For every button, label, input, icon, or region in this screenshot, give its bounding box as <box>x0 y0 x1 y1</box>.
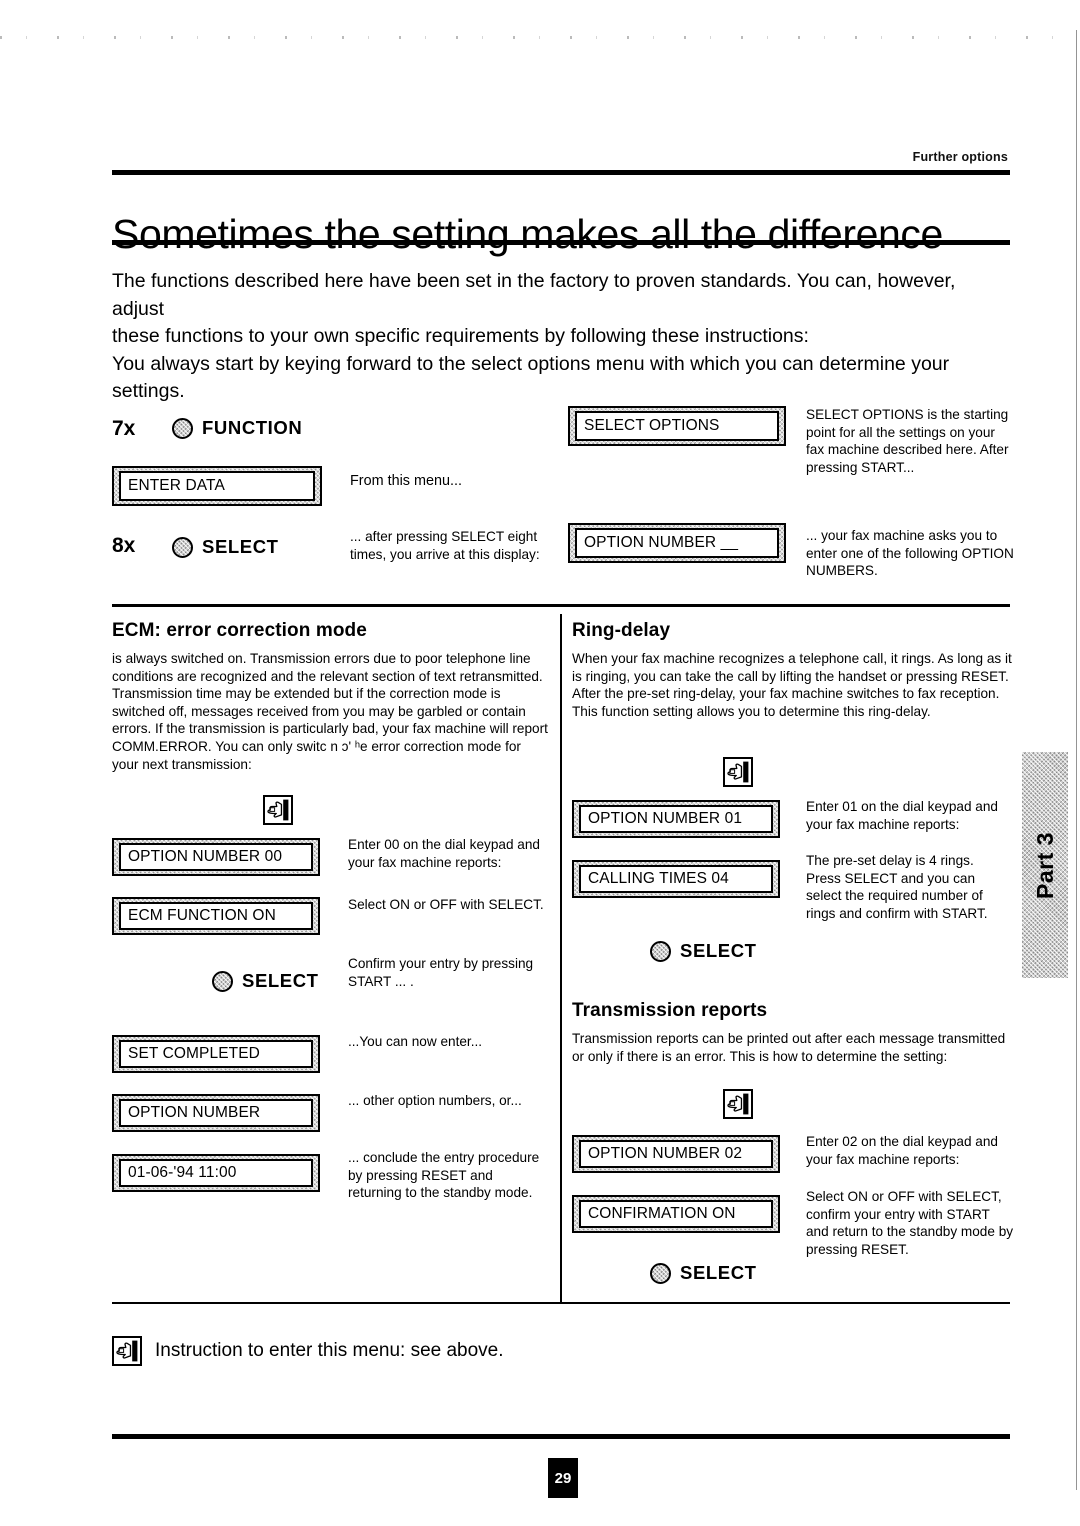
display-ecm-function-on-text: ECM FUNCTION ON <box>119 902 313 930</box>
display-calling-times-04: CALLING TIMES 04 <box>572 860 780 898</box>
select-key-ecm-label: SELECT <box>242 970 319 991</box>
header-rule-bottom <box>112 240 1010 245</box>
display-select-options-text: SELECT OPTIONS <box>575 411 779 441</box>
hand-pointing-icon <box>723 1089 753 1119</box>
footer-instruction-note: Instruction to enter this menu: see abov… <box>112 1336 504 1366</box>
display-set-completed-text: SET COMPLETED <box>119 1040 313 1068</box>
display-option-number-00-text: OPTION NUMBER 00 <box>119 843 313 871</box>
intro-line-1: The functions described here have been s… <box>112 270 956 320</box>
note-preset-delay: The pre-set delay is 4 rings. Press SELE… <box>806 853 988 921</box>
display-enter-data-text: ENTER DATA <box>119 471 315 501</box>
note-select-options: SELECT OPTIONS is the starting point for… <box>806 407 1009 475</box>
display-set-completed: SET COMPLETED <box>112 1035 320 1073</box>
round-button-icon <box>172 417 193 439</box>
ring-delay-body: When your fax machine recognizes a telep… <box>572 651 1012 719</box>
running-head: Further options <box>912 150 1008 164</box>
footer-rule <box>112 1434 1010 1439</box>
display-option-number-00: OPTION NUMBER 00 <box>112 838 320 876</box>
display-standby-clock-text: 01-06-'94 11:00 <box>119 1159 313 1187</box>
hand-pointing-icon <box>112 1336 142 1366</box>
part-tab: Part 3 <box>1022 752 1068 978</box>
part-tab-label: Part 3 <box>1031 831 1058 899</box>
display-option-number-02: OPTION NUMBER 02 <box>572 1135 780 1173</box>
scan-speckle-artifact <box>0 36 1080 39</box>
column-divider <box>560 614 562 1304</box>
select-key-ring-delay[interactable]: SELECT <box>650 940 757 962</box>
function-key[interactable]: FUNCTION <box>172 417 302 439</box>
hand-pointing-icon <box>263 795 293 825</box>
display-option-number-01: OPTION NUMBER 01 <box>572 800 780 838</box>
round-button-icon <box>212 970 233 992</box>
select-key-label: SELECT <box>202 536 279 557</box>
manual-page: Further options Sometimes the setting ma… <box>0 0 1080 1526</box>
ecm-body: is always switched on. Transmission erro… <box>112 651 548 772</box>
display-select-options: SELECT OPTIONS <box>568 406 786 446</box>
scan-edge-artifact <box>1076 30 1077 1490</box>
select-key-transmission-reports-label: SELECT <box>680 1262 757 1283</box>
display-confirmation-on: CONFIRMATION ON <box>572 1195 780 1233</box>
select-key-entry[interactable]: SELECT <box>172 536 279 558</box>
display-option-number-text: OPTION NUMBER <box>119 1099 313 1127</box>
display-standby-clock: 01-06-'94 11:00 <box>112 1154 320 1192</box>
intro-line-2: these functions to your own specific req… <box>112 325 809 347</box>
select-key-ecm[interactable]: SELECT <box>212 970 319 992</box>
note-set-completed: ...You can now enter... <box>348 1034 483 1049</box>
intro-line-4: settings. <box>112 380 185 402</box>
transmission-reports-body: Transmission reports can be printed out … <box>572 1031 1006 1064</box>
note-select-on-off-confirmation: Select ON or OFF with SELECT, confirm yo… <box>806 1189 1014 1257</box>
select-key-transmission-reports[interactable]: SELECT <box>650 1262 757 1284</box>
function-key-label: FUNCTION <box>202 417 303 438</box>
round-button-icon <box>650 1262 671 1284</box>
round-button-icon <box>650 940 671 962</box>
intro-paragraph: The functions described here have been s… <box>112 268 1012 406</box>
note-option-numbers: ... your fax machine asks you to enter o… <box>806 528 1014 579</box>
transmission-reports-heading: Transmission reports <box>572 1000 768 1021</box>
header-rule-top <box>112 170 1010 175</box>
note-conclude-procedure: ... conclude the entry procedure by pres… <box>348 1150 540 1201</box>
note-other-option-numbers: ... other option numbers, or... <box>348 1093 522 1108</box>
ring-delay-heading: Ring-delay <box>572 620 671 641</box>
display-enter-data: ENTER DATA <box>112 466 322 506</box>
display-option-number-blank: OPTION NUMBER __ <box>568 523 786 563</box>
note-enter-01: Enter 01 on the dial keypad and your fax… <box>806 799 998 832</box>
display-option-number-01-text: OPTION NUMBER 01 <box>579 805 773 833</box>
caption-after-pressing-select: ... after pressing SELECT eight times, y… <box>350 529 540 562</box>
section-rule <box>112 604 1010 607</box>
select-key-ring-delay-label: SELECT <box>680 940 757 961</box>
round-button-icon <box>172 536 193 558</box>
step-1-press-count: 7x <box>112 417 136 440</box>
display-calling-times-04-text: CALLING TIMES 04 <box>579 865 773 893</box>
step-2-press-count: 8x <box>112 534 136 557</box>
footer-note-text: Instruction to enter this menu: see abov… <box>155 1340 504 1361</box>
caption-from-this-menu: From this menu... <box>350 473 462 489</box>
note-enter-00: Enter 00 on the dial keypad and your fax… <box>348 837 540 870</box>
display-option-number: OPTION NUMBER <box>112 1094 320 1132</box>
display-ecm-function-on: ECM FUNCTION ON <box>112 897 320 935</box>
footer-separator-rule <box>112 1302 1010 1304</box>
display-option-number-02-text: OPTION NUMBER 02 <box>579 1140 773 1168</box>
page-number: 29 <box>548 1458 578 1498</box>
display-option-number-blank-text: OPTION NUMBER __ <box>575 528 779 558</box>
note-confirm-start-ecm: Confirm your entry by pressing START ...… <box>348 956 534 989</box>
intro-line-3: You always start by keying forward to th… <box>112 352 950 375</box>
display-confirmation-on-text: CONFIRMATION ON <box>579 1200 773 1228</box>
note-enter-02: Enter 02 on the dial keypad and your fax… <box>806 1134 998 1167</box>
note-select-on-off-ecm: Select ON or OFF with SELECT. <box>348 897 544 912</box>
page-title: Sometimes the setting makes all the diff… <box>112 211 943 258</box>
hand-pointing-icon <box>723 757 753 787</box>
ecm-heading: ECM: error correction mode <box>112 620 367 641</box>
